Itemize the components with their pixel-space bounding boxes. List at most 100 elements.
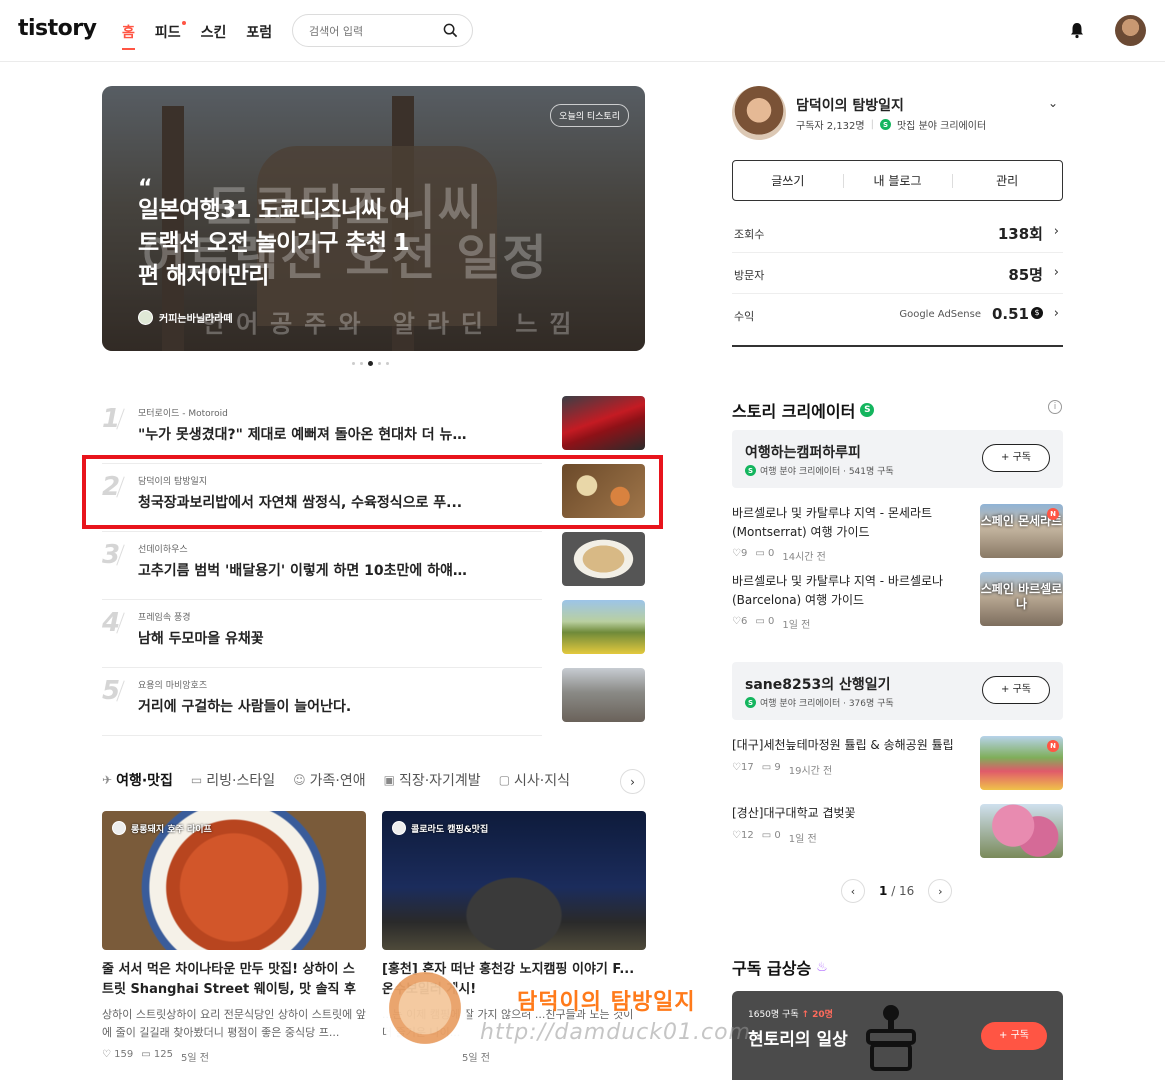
chevron-right-icon[interactable]: › [620,769,645,794]
author-name: 커피는바닐라라떼 [159,314,233,325]
creator-post[interactable]: [대구]세천늪테마정원 튤립 & 송해공원 튤립 ♡17 ▭ 9 19시간 전 … [732,736,1063,792]
watermark-url: http://damduck01.com [480,1020,751,1045]
ranking-item[interactable]: 3 선데이하우스 고추기름 범벅 '배달용기' 이렇게 하면 10초만에 하얘.… [102,532,645,600]
heart-icon[interactable]: ♡ 159 [102,1049,133,1064]
ranking-item[interactable]: 4 프레임속 풍경 남해 두모마을 유채꽃 [102,600,645,668]
my-blog-button[interactable]: 내 블로그 [842,172,953,189]
separator: | [870,119,874,130]
rank-source: 선데이하우스 [138,545,188,555]
tab-travel-food[interactable]: ✈ 여행·맛집 [102,770,173,790]
post-title[interactable]: [경산]대구대학교 겹벚꽃 [732,804,967,823]
rank-thumbnail[interactable] [562,532,645,586]
tab-current-affairs[interactable]: ▢ 시사·지식 [499,770,570,790]
creator-card[interactable]: 여행하는캠퍼하루피 S 여행 분야 크리에이터 · 541명 구독 + 구독 [732,430,1063,488]
chevron-right-icon[interactable]: › [1054,224,1059,239]
creator-card[interactable]: sane8253의 산행일기 S 여행 분야 크리에이터 · 376명 구독 + … [732,662,1063,720]
chevron-right-icon[interactable]: › [1054,306,1059,321]
tistory-logo[interactable]: tistory [18,16,97,41]
creator-name[interactable]: 여행하는캠퍼하루피 [745,442,861,462]
nav-skin[interactable]: 스킨 [201,22,227,50]
card-image[interactable]: 롱롱돼지 호주 라이프 [102,811,366,950]
carousel-dots[interactable] [352,361,389,366]
subscribe-button[interactable]: + 구독 [982,676,1050,704]
search-icon[interactable] [443,23,458,38]
monitor-icon: ▢ [498,773,511,787]
subscribe-button[interactable]: + 구독 [982,444,1050,472]
carousel-dot[interactable] [386,362,389,365]
rank-thumbnail[interactable] [562,396,645,450]
stat-visitors[interactable]: 방문자 85명 › [732,253,1063,294]
post-title[interactable]: [대구]세천늪테마정원 튤립 & 송해공원 튤립 [732,736,967,755]
ranking-item[interactable]: 1 모터로이드 - Motoroid "누가 못생겼대?" 제대로 예뻐져 돌아… [102,396,645,464]
rank-thumbnail[interactable] [562,600,645,654]
hero-title[interactable]: 일본여행31 도쿄디즈니씨 어트랙션 오전 놀이기구 추천 1편 해저이만리 [138,194,428,293]
rank-title[interactable]: "누가 못생겼대?" 제대로 예뻐져 돌아온 현대차 더 뉴 ... [138,424,468,444]
feed-card[interactable]: 롱롱돼지 호주 라이프 줄 서서 먹은 차이나타운 만두 맛집! 상하이 스트릿… [102,811,366,1064]
comment-icon[interactable]: ▭ 0 [755,548,774,563]
comment-icon[interactable]: ▭ 0 [762,830,781,845]
tab-living-style[interactable]: ▭ 리빙·스타일 [191,770,275,790]
heart-icon[interactable]: ♡17 [732,762,754,777]
chevron-down-icon[interactable]: ⌄ [1048,96,1058,110]
chevron-right-icon[interactable]: › [1054,265,1059,280]
rising-blog-name[interactable]: 현토리의 일상 [748,1025,848,1050]
carousel-dot[interactable] [360,362,363,365]
chevron-right-icon[interactable]: › [928,879,953,903]
rank-number: 1 [102,404,121,434]
nav-feed[interactable]: 피드 [155,21,186,50]
rank-title[interactable]: 고추기름 범벅 '배달용기' 이렇게 하면 10초만에 하얘... [138,560,468,580]
post-thumbnail[interactable]: 스페인 바르셀로나 [980,572,1063,626]
rank-number: 3 [102,540,121,570]
hero-author[interactable]: 커피는바닐라라떼 [138,310,233,325]
hero-banner[interactable]: 도쿄디즈니씨 어트랙션 오전 일정 인어공주와 알라딘 느낌 오늘의 티스토리 … [102,86,645,351]
carousel-dot[interactable] [352,362,355,365]
info-icon[interactable]: i [1048,400,1062,414]
ranking-item[interactable]: 5 요용의 마비앙호즈 거리에 구걸하는 사람들이 늘어난다. [102,668,645,736]
comment-icon[interactable]: ▭ 0 [755,616,774,631]
search-input[interactable] [309,22,429,40]
rank-title[interactable]: 거리에 구걸하는 사람들이 늘어난다. [138,696,468,716]
rank-title[interactable]: 남해 두모마을 유채꽃 [138,628,468,648]
heart-icon[interactable]: ♡9 [732,548,747,563]
profile-subinfo: 구독자 2,132명 | S 맛집 분야 크리에이터 [796,117,986,132]
creator-meta-text: 여행 분야 크리에이터 · 541명 구독 [760,467,894,477]
rank-number: 4 [102,608,121,638]
heart-icon[interactable]: ♡6 [732,616,747,631]
rank-thumbnail[interactable] [562,668,645,722]
write-button[interactable]: 글쓰기 [733,172,843,189]
card-image[interactable]: 콜로라도 캠핑&맛집 [382,811,646,950]
tab-family-love[interactable]: ☺ 가족·연애 [293,770,366,790]
heart-icon[interactable]: ♡12 [732,830,754,845]
creator-post[interactable]: 바르셀로나 및 카탈루냐 지역 - 바르셀로나(Barcelona) 여행 가이… [732,572,1063,631]
post-title[interactable]: 바르셀로나 및 카탈루냐 지역 - 몬세라트(Montserrat) 여행 가이… [732,504,967,542]
nav-home[interactable]: 홈 [122,22,135,50]
creator-name[interactable]: sane8253의 산행일기 [745,674,890,694]
post-title[interactable]: 바르셀로나 및 카탈루냐 지역 - 바르셀로나(Barcelona) 여행 가이… [732,572,967,610]
carousel-dot[interactable] [378,362,381,365]
profile-avatar[interactable] [732,86,786,140]
post-thumbnail[interactable] [980,804,1063,858]
user-avatar[interactable] [1115,15,1146,46]
post-time: 1일 전 [788,834,817,845]
rising-count: 1650명 구독 [748,1010,799,1020]
nav-forum[interactable]: 포럼 [246,22,272,50]
carousel-dot-active[interactable] [368,361,373,366]
card-title[interactable]: 줄 서서 먹은 차이나타운 만두 맛집! 상하이 스트릿 Shanghai St… [102,960,366,1000]
stat-views[interactable]: 조회수 138회 › [732,212,1063,253]
chevron-left-icon[interactable]: ‹ [841,879,865,903]
tab-work-growth[interactable]: ▣ 직장·자기계발 [384,770,481,790]
post-time: 5일 전 [180,1053,209,1064]
stat-revenue[interactable]: 수익 Google AdSense 0.51 $ › [732,294,1063,335]
creator-post[interactable]: 바르셀로나 및 카탈루냐 지역 - 몬세라트(Montserrat) 여행 가이… [732,504,1063,563]
comment-icon[interactable]: ▭ 125 [141,1049,173,1064]
manage-button[interactable]: 관리 [952,172,1062,189]
comment-icon[interactable]: ▭ 9 [762,762,781,777]
profile-name[interactable]: 담덕이의 탐방일지 [796,95,904,115]
creator-post[interactable]: [경산]대구대학교 겹벚꽃 ♡12 ▭ 0 1일 전 [732,804,1063,860]
post-thumbnail[interactable]: N [980,736,1063,790]
bell-icon[interactable] [1068,21,1086,39]
subscribe-button[interactable]: + 구독 [981,1022,1047,1050]
comment-count: 0 [774,830,781,841]
rising-card[interactable]: 1650명 구독 ↑ 20명 현토리의 일상 + 구독 [732,991,1063,1080]
post-thumbnail[interactable]: 스페인 몬세라트 N [980,504,1063,558]
